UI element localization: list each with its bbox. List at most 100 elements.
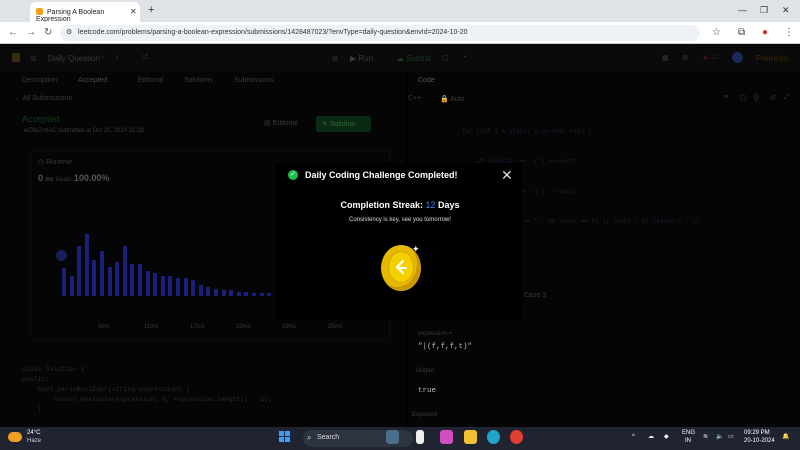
run-button[interactable]: ▶ Run — [350, 54, 373, 63]
reload-icon[interactable]: ↻ — [44, 27, 52, 38]
site-info-icon[interactable]: ⚙ — [66, 28, 72, 36]
wifi-icon[interactable]: ≋ — [703, 433, 708, 440]
submit-button[interactable]: ☁ Submit — [396, 54, 431, 63]
user-marker-avatar — [56, 250, 67, 261]
windows-start-icon[interactable] — [279, 431, 291, 443]
code-tab[interactable]: Code — [418, 77, 435, 84]
histogram-bar — [183, 277, 188, 296]
expression-label: expression = — [418, 331, 453, 337]
streak-fire-icon[interactable]: ▲ 12 — [702, 54, 719, 61]
region-indicator[interactable]: IN — [685, 438, 691, 444]
widgets-icon[interactable] — [386, 430, 399, 444]
modal-subtitle: Consistency is key, see you tomorrow! — [349, 217, 451, 223]
browser-menu-icon[interactable]: ⋮ — [784, 27, 794, 38]
histogram-x-tick: 11ms — [144, 324, 159, 330]
language-indicator[interactable]: ENG — [682, 430, 695, 436]
new-tab-icon[interactable]: + — [148, 4, 154, 16]
cloud-icon[interactable]: ☁ — [648, 433, 654, 440]
copilot-icon[interactable] — [440, 430, 453, 444]
bookmark-star-icon[interactable]: ☆ — [712, 27, 721, 38]
format-icon[interactable]: ≡ — [724, 94, 728, 101]
leetcode-logo-icon[interactable] — [12, 53, 20, 62]
extensions-icon[interactable]: ⧉ — [738, 27, 745, 38]
shuffle-icon[interactable]: ⤮ — [142, 54, 148, 62]
completion-streak: Completion Streak: 12 Days — [330, 200, 470, 210]
bookmark-icon[interactable]: ▢ — [740, 94, 747, 102]
language-select[interactable]: C++ — [408, 95, 421, 102]
forward-icon[interactable]: → — [26, 27, 36, 38]
session-icon[interactable]: ◔ — [462, 54, 466, 61]
tab-title: Parsing A Boolean Expression — [36, 9, 105, 23]
case-3-tab[interactable]: Case 3 — [524, 292, 546, 299]
histogram-bar — [259, 292, 264, 296]
beats-label: Beats — [56, 177, 72, 183]
volume-icon[interactable]: 🔈 — [716, 433, 723, 440]
clock-time[interactable]: 09:29 PM — [744, 430, 770, 436]
fullscreen-icon[interactable]: ⤢ — [784, 94, 790, 102]
braces-icon[interactable]: {} — [754, 94, 759, 101]
histogram-bar — [206, 286, 211, 296]
all-submissions-link[interactable]: ← All Submissions — [14, 95, 72, 102]
solution-button[interactable]: ✎ Solution — [316, 116, 371, 132]
beats-value: 100.00% — [73, 173, 110, 183]
runtime-label-text: Runtime — [46, 159, 73, 166]
histogram-bar — [153, 273, 158, 296]
histogram-bar — [252, 292, 256, 296]
minimize-icon[interactable]: — — [738, 5, 747, 15]
tab-editorial[interactable]: Editorial — [138, 77, 163, 84]
problem-list-icon[interactable]: ☰ — [30, 55, 36, 63]
clock-date[interactable]: 20-10-2024 — [744, 438, 775, 444]
histogram-bar — [244, 291, 249, 296]
notes-icon[interactable]: ▢ — [442, 54, 449, 62]
window-close-icon[interactable]: ✕ — [782, 5, 790, 16]
notification-bell-icon[interactable]: 🔔 — [782, 433, 789, 440]
accepted-status: Accepted — [22, 114, 60, 124]
weather-temp[interactable]: 24°C — [27, 430, 40, 436]
settings-icon[interactable]: ⚙ — [682, 54, 688, 62]
streak-label: Completion Streak: — [340, 200, 423, 210]
tab-submissions[interactable]: Submissions — [234, 77, 274, 84]
chrome-icon[interactable] — [510, 430, 523, 444]
file-explorer-icon[interactable] — [464, 430, 477, 444]
modal-close-icon[interactable]: ✕ — [501, 167, 513, 184]
check-circle-icon: ✓ — [288, 170, 298, 180]
runtime-histogram — [56, 228, 276, 296]
weather-icon[interactable] — [8, 432, 22, 442]
task-view-icon[interactable] — [416, 430, 424, 444]
prev-question-icon[interactable]: ‹ — [102, 54, 104, 61]
histogram-bar — [69, 275, 74, 296]
tab-description[interactable]: Description — [22, 77, 57, 84]
histogram-bar — [122, 246, 127, 296]
back-icon[interactable]: ← — [8, 27, 18, 38]
left-code-line: } — [22, 406, 42, 413]
edge-icon[interactable] — [487, 430, 500, 444]
maximize-icon[interactable]: ❐ — [760, 5, 768, 16]
tray-chevron-icon[interactable]: ^ — [632, 434, 635, 440]
submission-user-line: wZ9u7mlAC submitted at Oct 20, 2024 21:2… — [24, 128, 144, 134]
runtime-unit: ms — [45, 177, 54, 183]
left-code-line: public: — [22, 376, 50, 383]
search-label: Search — [317, 434, 340, 441]
runtime-number: 0 — [38, 173, 44, 183]
premium-link[interactable]: Premium — [756, 54, 788, 63]
browser-tab[interactable]: Parsing A Boolean Expression — [30, 2, 140, 23]
weather-desc[interactable]: Haze — [27, 438, 41, 444]
editorial-label: Editorial — [272, 120, 298, 127]
url-input[interactable]: leetcode.com/problems/parsing-a-boolean-… — [60, 25, 700, 41]
editorial-button[interactable]: ▤ Editorial — [264, 119, 298, 127]
debug-icon[interactable]: ⚙ — [332, 55, 338, 63]
battery-icon[interactable]: ▭ — [728, 433, 734, 440]
layout-icon[interactable]: ▦ — [662, 54, 669, 62]
reset-icon[interactable]: ↺ — [770, 94, 776, 102]
tab-solutions[interactable]: Solutions — [184, 77, 213, 84]
tab-accepted[interactable]: Accepted — [78, 77, 107, 84]
histogram-bar — [145, 271, 150, 296]
daily-question-link[interactable]: Daily Question — [48, 54, 100, 63]
next-question-icon[interactable]: › — [116, 54, 118, 61]
tab-close-icon[interactable]: ✕ — [130, 7, 137, 16]
tray-app-icon[interactable]: ◆ — [664, 433, 669, 440]
histogram-bar — [214, 289, 218, 296]
profile-icon[interactable]: ● — [762, 27, 768, 38]
histogram-bar — [176, 277, 180, 296]
avatar[interactable] — [732, 52, 743, 63]
